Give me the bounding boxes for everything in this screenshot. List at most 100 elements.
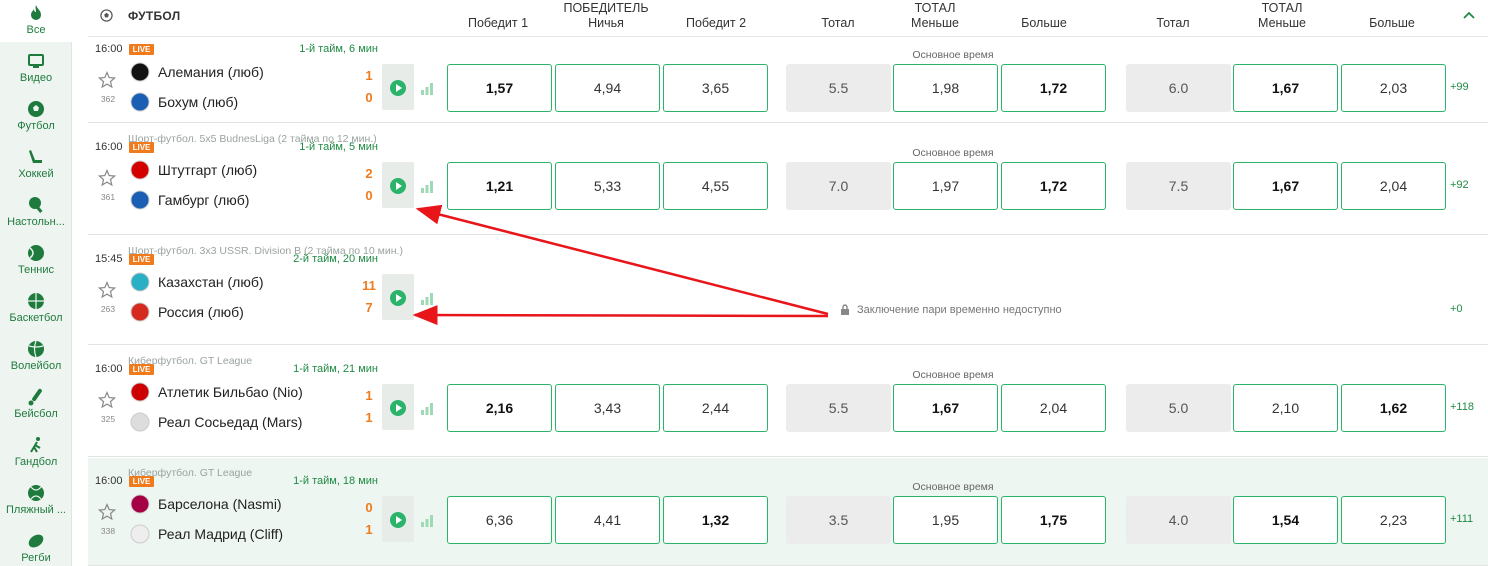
sidebar-item-beach-volleyball[interactable]: Пляжный ...	[0, 484, 72, 516]
match-row[interactable]: Киберфутбол. GT League 16:00 LIVE 1-й тайм,…	[88, 458, 1488, 566]
sidebar-item-label: Пляжный ...	[6, 504, 66, 516]
video-stream-button[interactable]	[382, 64, 414, 110]
favorite-star-icon[interactable]	[98, 71, 116, 89]
sidebar-item-rugby[interactable]: Регби	[0, 532, 72, 564]
team1-name[interactable]: Атлетик Бильбао (Nio)	[158, 384, 303, 400]
team2-name[interactable]: Реал Сосьедад (Mars)	[158, 414, 302, 430]
odd-win1-button[interactable]: 1,21	[447, 162, 552, 210]
stats-bars-icon[interactable]	[420, 513, 434, 527]
more-markets-link[interactable]: +118	[1450, 401, 1484, 413]
odd-draw-button[interactable]: 4,94	[555, 64, 660, 112]
team1-name[interactable]: Барселона (Nasmi)	[158, 496, 282, 512]
video-stream-button[interactable]	[382, 384, 414, 430]
beach-volleyball-icon	[28, 485, 44, 501]
video-stream-button[interactable]	[382, 274, 414, 320]
sidebar-item-volleyball[interactable]: Волейбол	[0, 340, 72, 372]
more-markets-link[interactable]: +92	[1450, 179, 1484, 191]
team1-name[interactable]: Штутгарт (люб)	[158, 162, 257, 178]
odd-more1-button[interactable]: 1,72	[1001, 64, 1106, 112]
match-period: 1-й тайм, 5 мин	[299, 141, 378, 153]
odd-less2-button[interactable]: 1,67	[1233, 162, 1338, 210]
match-period: 1-й тайм, 21 мин	[293, 363, 378, 375]
sidebar-item-football[interactable]: Футбол	[0, 100, 72, 132]
odd-draw-button[interactable]: 5,33	[555, 162, 660, 210]
handball-icon	[30, 437, 41, 453]
odd-win2-button[interactable]: 1,32	[663, 496, 768, 544]
stats-bars-icon[interactable]	[420, 179, 434, 193]
team2-name[interactable]: Россия (люб)	[158, 304, 244, 320]
sidebar-item-hockey[interactable]: Хоккей	[0, 148, 72, 180]
odd-less1-button[interactable]: 1,97	[893, 162, 998, 210]
odd-more1-button[interactable]: 2,04	[1001, 384, 1106, 432]
match-id: 263	[100, 304, 116, 314]
video-stream-button[interactable]	[382, 162, 414, 208]
odd-less1-button[interactable]: 1,98	[893, 64, 998, 112]
odd-more1-button[interactable]: 1,72	[1001, 162, 1106, 210]
odd-win1-button[interactable]: 2,16	[447, 384, 552, 432]
odd-win2-button[interactable]: 3,65	[663, 64, 768, 112]
odd-more2-button[interactable]: 2,03	[1341, 64, 1446, 112]
odd-win2-button[interactable]: 2,44	[663, 384, 768, 432]
odd-more2-button[interactable]: 1,62	[1341, 384, 1446, 432]
team1-score: 11	[362, 278, 376, 293]
match-row[interactable]: Шорт-футбол. 5x5 BudnesLiga (2 тайма по …	[88, 124, 1488, 235]
total-line: 7.5	[1126, 162, 1231, 210]
sidebar-item-basketball[interactable]: Баскетбол	[0, 292, 72, 324]
odd-win1-button[interactable]: 6,36	[447, 496, 552, 544]
team-logo-icon	[130, 62, 150, 82]
more-markets-link[interactable]: +99	[1450, 81, 1484, 93]
total-line: 5.0	[1126, 384, 1231, 432]
column-total: Тотал	[821, 16, 855, 30]
sidebar-item-handball[interactable]: Гандбол	[0, 436, 72, 468]
column-total: Тотал	[1156, 16, 1190, 30]
favorite-star-icon[interactable]	[98, 169, 116, 187]
column-win1: Победит 1	[467, 16, 529, 30]
column-group-winner: ПОБЕДИТЕЛЬ	[563, 1, 649, 15]
team2-name[interactable]: Гамбург (люб)	[158, 192, 249, 208]
more-markets-link[interactable]: +0	[1450, 303, 1484, 315]
sidebar-item-tennis[interactable]: Теннис	[0, 244, 72, 276]
odd-less2-button[interactable]: 2,10	[1233, 384, 1338, 432]
stats-bars-icon[interactable]	[420, 291, 434, 305]
match-id: 325	[100, 414, 116, 424]
main-time-label: Основное время	[912, 481, 994, 493]
team1-name[interactable]: Казахстан (люб)	[158, 274, 264, 290]
play-icon	[390, 80, 406, 96]
favorite-star-icon[interactable]	[98, 281, 116, 299]
match-row[interactable]: Шорт-футбол. 3x3 USSR. Division B (2 тай…	[88, 236, 1488, 345]
odd-more1-button[interactable]: 1,75	[1001, 496, 1106, 544]
sidebar-item-video[interactable]: Видео	[0, 52, 72, 84]
stats-bars-icon[interactable]	[420, 81, 434, 95]
odd-draw-button[interactable]: 3,43	[555, 384, 660, 432]
match-row[interactable]: 16:00 LIVE 1-й тайм, 6 мин 362 Алемания (люб…	[88, 37, 1488, 123]
odd-less1-button[interactable]: 1,67	[893, 384, 998, 432]
sidebar-item-baseball[interactable]: Бейсбол	[0, 388, 72, 420]
chevron-up-icon[interactable]	[1462, 9, 1476, 23]
odd-less2-button[interactable]: 1,67	[1233, 64, 1338, 112]
stats-bars-icon[interactable]	[420, 401, 434, 415]
favorite-star-icon[interactable]	[98, 503, 116, 521]
video-stream-button[interactable]	[382, 496, 414, 542]
column-draw: Ничья	[588, 16, 624, 30]
sidebar-item-all[interactable]: Все	[0, 0, 72, 42]
match-row[interactable]: Киберфутбол. GT League 16:00 LIVE 1-й тайм,…	[88, 346, 1488, 457]
team1-score: 1	[365, 68, 373, 83]
more-markets-link[interactable]: +111	[1450, 513, 1484, 525]
sidebar-item-label: Баскетбол	[9, 312, 63, 324]
odd-win1-button[interactable]: 1,57	[447, 64, 552, 112]
favorite-star-icon[interactable]	[98, 391, 116, 409]
sidebar-item-label: Настольн...	[7, 216, 65, 228]
team2-name[interactable]: Реал Мадрид (Cliff)	[158, 526, 283, 542]
odd-more2-button[interactable]: 2,23	[1341, 496, 1446, 544]
odd-win2-button[interactable]: 4,55	[663, 162, 768, 210]
basketball-icon	[28, 293, 44, 309]
odd-more2-button[interactable]: 2,04	[1341, 162, 1446, 210]
team1-name[interactable]: Алемания (люб)	[158, 64, 264, 80]
odd-less2-button[interactable]: 1,54	[1233, 496, 1338, 544]
sidebar-item-table-tennis[interactable]: Настольн...	[0, 196, 72, 228]
odd-less1-button[interactable]: 1,95	[893, 496, 998, 544]
odds-table-header: ФУТБОЛ Победит 1 ПОБЕДИТЕЛЬ Ничья Победи…	[88, 0, 1488, 37]
team2-name[interactable]: Бохум (люб)	[158, 94, 238, 110]
sidebar-item-label: Гандбол	[14, 456, 58, 468]
odd-draw-button[interactable]: 4,41	[555, 496, 660, 544]
